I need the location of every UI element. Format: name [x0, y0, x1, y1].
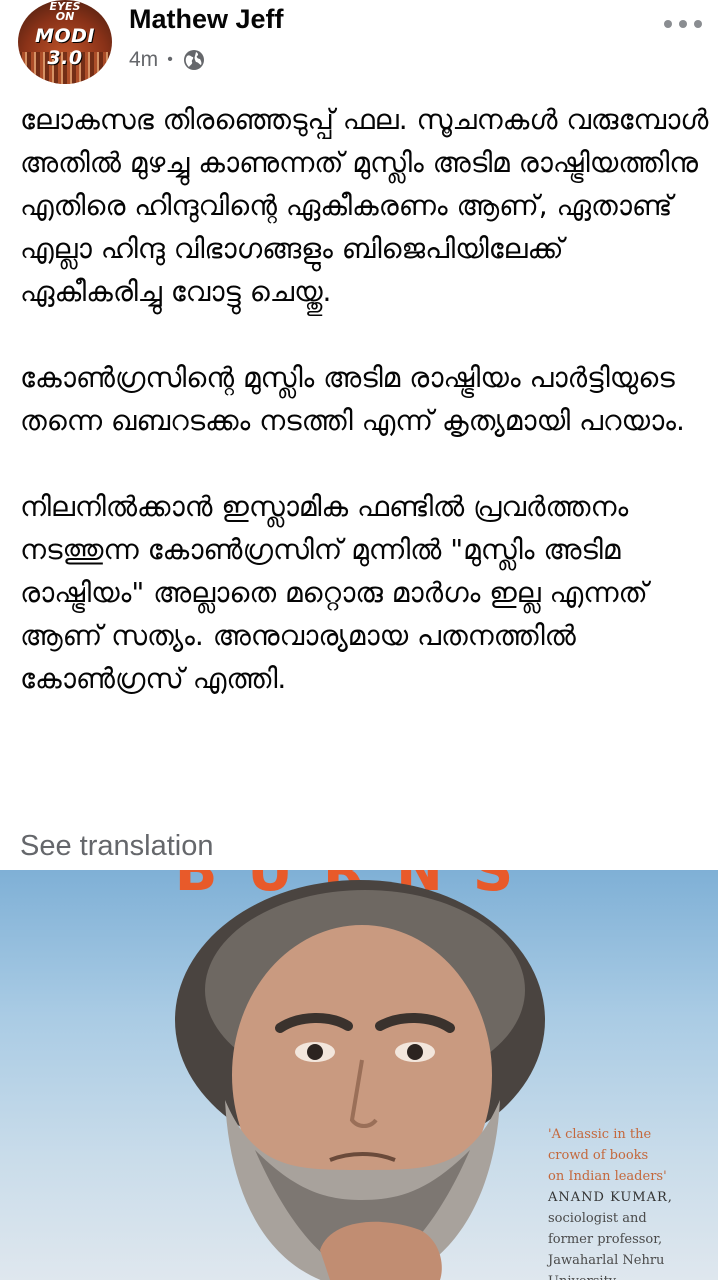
- quote-role-line: former professor,: [548, 1232, 663, 1247]
- avatar-text-line: MODI 3.0: [35, 25, 95, 69]
- quote-role-line: University: [548, 1271, 718, 1280]
- quote-author: ANAND KUMAR,: [548, 1190, 673, 1205]
- post-paragraph: കോൺഗ്രസിന്റെ മുസ്ലിം അടിമ രാഷ്ട്രിയം പാർ…: [20, 361, 685, 437]
- post-paragraph: ലോകസഭ തിരഞ്ഞെടുപ്പ് ഫല. സൂചനകൾ വരുമ്പോൾ …: [20, 103, 709, 308]
- post-time[interactable]: 4m: [129, 48, 158, 72]
- avatar-text-line: ON: [55, 10, 75, 23]
- post-image[interactable]: BURNS 'A classic in the crowd of books o…: [0, 870, 718, 1280]
- post-meta: 4m •: [129, 46, 206, 74]
- author-avatar[interactable]: EYES ON MODI 3.0: [18, 0, 112, 84]
- more-dots-icon[interactable]: [664, 18, 702, 30]
- meta-separator: •: [167, 51, 173, 68]
- cover-quote: 'A classic in the crowd of books on Indi…: [548, 1124, 718, 1280]
- post-body: ലോകസഭ തിരഞ്ഞെടുപ്പ് ഫല. സൂചനകൾ വരുമ്പോൾ …: [20, 98, 710, 700]
- post-header: EYES ON MODI 3.0 Mathew Jeff 4m •: [0, 0, 718, 95]
- see-translation-link[interactable]: See translation: [20, 830, 213, 863]
- quote-role-line: Jawaharlal Nehru: [548, 1253, 665, 1268]
- post-paragraph: നിലനിൽക്കാൻ ഇസ്ലാമിക ഫണ്ടിൽ പ്രവർത്തനം ന…: [20, 490, 648, 695]
- quote-line: on Indian leaders': [548, 1169, 667, 1184]
- quote-line: crowd of books: [548, 1148, 649, 1163]
- globe-icon: [182, 48, 206, 72]
- quote-line: 'A classic in the: [548, 1127, 652, 1142]
- author-name[interactable]: Mathew Jeff: [129, 4, 284, 35]
- quote-role-line: sociologist and: [548, 1211, 647, 1226]
